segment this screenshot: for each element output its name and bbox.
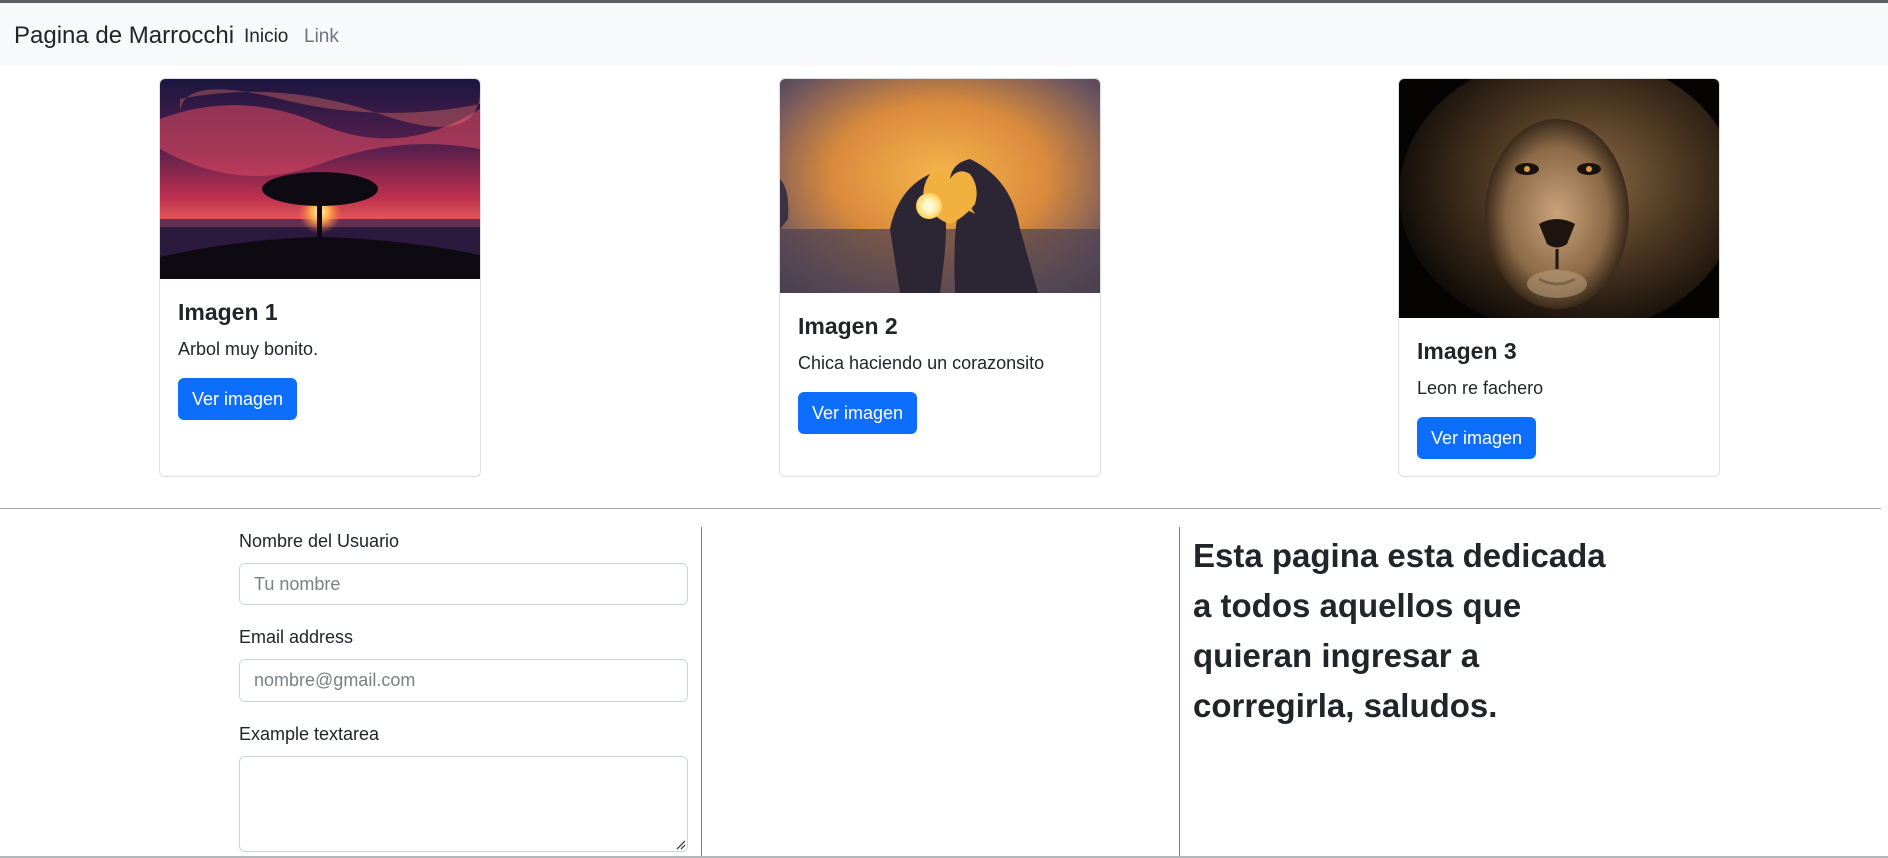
card-imagen-3: Imagen 3 Leon re fachero Ver imagen — [1398, 78, 1720, 477]
card-title: Imagen 2 — [798, 313, 898, 339]
column-divider-left — [701, 527, 702, 858]
column-divider-right — [1179, 527, 1180, 858]
card-imagen-2: Imagen 2 Chica haciendo un corazonsito V… — [779, 78, 1101, 477]
card-body: Imagen 2 Chica haciendo un corazonsito V… — [798, 311, 1082, 434]
card-body: Imagen 3 Leon re fachero Ver imagen — [1417, 336, 1701, 459]
lion-face-image — [1399, 79, 1719, 318]
nav-link-inicio[interactable]: Inicio — [244, 26, 288, 48]
card-body: Imagen 1 Arbol muy bonito. Ver imagen — [178, 297, 462, 420]
example-textarea[interactable] — [239, 756, 688, 852]
email-label: Email address — [239, 627, 354, 647]
email-input[interactable] — [239, 659, 688, 702]
card-title: Imagen 1 — [178, 299, 278, 325]
name-label: Nombre del Usuario — [239, 531, 400, 551]
name-input[interactable] — [239, 563, 688, 605]
dedication-heading: Esta pagina esta dedicada a todos aquell… — [1193, 537, 1606, 724]
card-text: Arbol muy bonito. — [178, 339, 319, 359]
resize-grip-icon[interactable] — [674, 838, 686, 850]
nav-link-link[interactable]: Link — [304, 26, 339, 48]
heart-hands-sun-image — [780, 79, 1100, 293]
card-text: Leon re fachero — [1417, 378, 1544, 398]
card-imagen-1: Imagen 1 Arbol muy bonito. Ver imagen — [159, 78, 481, 477]
navbar: Pagina de Marrocchi Inicio Link — [0, 3, 1888, 66]
card-title: Imagen 3 — [1417, 338, 1517, 364]
ver-imagen-button-3[interactable]: Ver imagen — [1417, 417, 1537, 459]
ver-imagen-button-1[interactable]: Ver imagen — [178, 378, 298, 420]
section-divider — [0, 508, 1881, 509]
textarea-label: Example textarea — [239, 724, 380, 744]
sunset-tree-image — [160, 79, 480, 279]
ver-imagen-button-2[interactable]: Ver imagen — [798, 392, 918, 434]
card-text: Chica haciendo un corazonsito — [798, 353, 1045, 373]
navbar-brand[interactable]: Pagina de Marrocchi — [14, 22, 234, 50]
